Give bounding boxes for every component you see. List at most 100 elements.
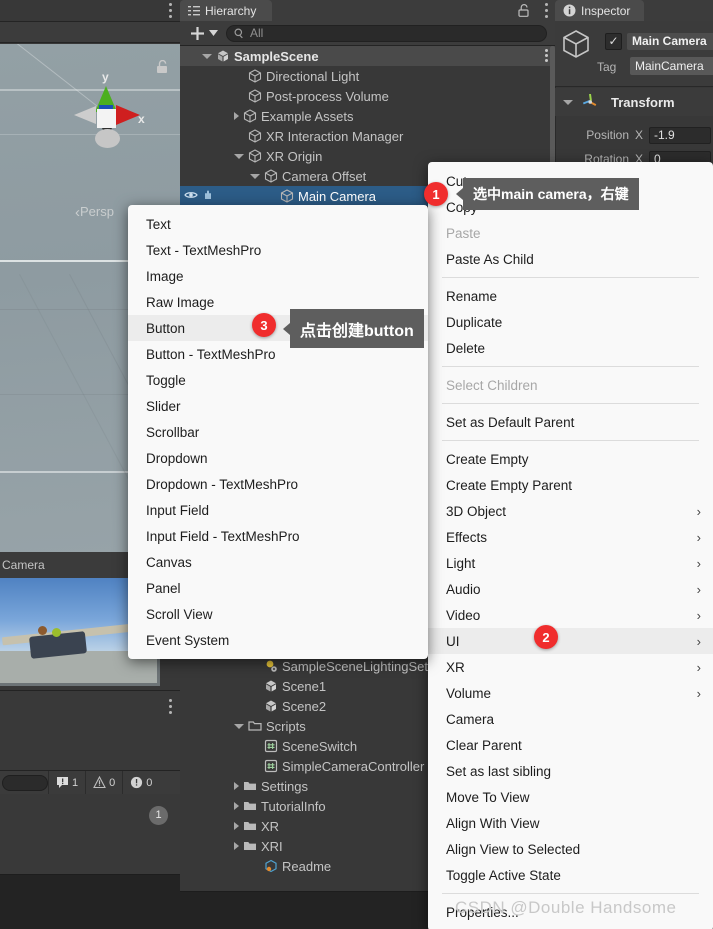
menu-item-move-to-view[interactable]: Move To View [428,784,713,810]
expand-triangle-icon[interactable] [234,782,239,790]
inspector-object-name-field[interactable]: Main Camera [627,33,713,50]
menu-item-3d-object[interactable]: 3D Object › [428,498,713,524]
inspector-transform-title: Transform [611,94,675,110]
menu-item-dropdown-textmeshpro[interactable]: Dropdown - TextMeshPro [128,471,428,497]
inspector-position-row[interactable]: Position X -1.9 [555,124,713,146]
menu-item-scrollbar[interactable]: Scrollbar [128,419,428,445]
menu-item-set-as-last-sibling[interactable]: Set as last sibling [428,758,713,784]
pickability-hand-icon[interactable] [202,189,214,201]
expand-triangle-icon[interactable] [234,153,244,159]
menu-item-light[interactable]: Light › [428,550,713,576]
hierarchy-item-directional-light[interactable]: Directional Light [180,66,555,86]
scene-lock-open-icon[interactable] [156,60,168,74]
expand-triangle-icon[interactable] [234,822,239,830]
menu-item-dropdown[interactable]: Dropdown [128,445,428,471]
expand-triangle-icon[interactable] [234,842,239,850]
callout-3-text: 点击创建button [300,322,414,340]
menu-item-label: Set as last sibling [446,763,552,779]
menu-item-video[interactable]: Video › [428,602,713,628]
menu-item-label: Rename [446,288,498,304]
menu-item-duplicate[interactable]: Duplicate [428,309,713,335]
expand-triangle-icon[interactable] [250,173,260,179]
menu-item-create-empty-parent[interactable]: Create Empty Parent [428,472,713,498]
menu-item-label: Text [146,216,171,232]
menu-item-ui[interactable]: UI › [428,628,713,654]
console-log-count-button[interactable]: 1 [48,770,85,795]
menu-item-clear-parent[interactable]: Clear Parent [428,732,713,758]
cube-icon [243,109,257,123]
ui-create-submenu[interactable]: Text Text - TextMeshPro Image Raw Image Butt… [128,205,428,659]
console-error-count-button[interactable]: 0 [122,770,159,795]
expand-triangle-icon[interactable] [234,112,239,120]
chevron-right-icon: › [696,581,701,597]
menu-item-slider[interactable]: Slider [128,393,428,419]
hierarchy-lock-open-icon[interactable] [518,4,529,17]
inspector-transform-header[interactable]: Transform [555,88,713,116]
menu-item-audio[interactable]: Audio › [428,576,713,602]
expand-triangle-icon[interactable] [234,802,239,810]
menu-item-event-system[interactable]: Event System [128,627,428,653]
watermark-text: CSDN @Double Handsome [455,898,677,917]
tab-hierarchy[interactable]: Hierarchy [180,0,273,21]
transform-collapse-triangle-icon[interactable] [563,99,573,105]
plus-icon [191,26,204,40]
hierarchy-item-example-assets[interactable]: Example Assets [180,106,555,126]
menu-item-scroll-view[interactable]: Scroll View [128,601,428,627]
menu-item-label: Canvas [146,554,192,570]
menu-item-toggle-active-state[interactable]: Toggle Active State [428,862,713,888]
menu-item-image[interactable]: Image [128,263,428,289]
hierarchy-context-menu[interactable]: Cut Copy Paste Paste As Child Rename Duplicat… [428,162,713,929]
menu-item-align-with-view[interactable]: Align With View [428,810,713,836]
menu-item-camera[interactable]: Camera [428,706,713,732]
inspector-enabled-checkbox[interactable]: ✓ [605,33,622,50]
hierarchy-item-xr-interaction-manager[interactable]: XR Interaction Manager [180,126,555,146]
menu-item-input-field-textmeshpro[interactable]: Input Field - TextMeshPro [128,523,428,549]
console-message-list[interactable] [0,794,180,874]
menu-item-volume[interactable]: Volume › [428,680,713,706]
transform-axis-icon [582,94,597,106]
menu-separator [442,277,699,278]
scene-perspective-label[interactable]: ‹Persp [75,204,114,221]
menu-item-align-view-to-selected[interactable]: Align View to Selected [428,836,713,862]
menu-item-input-field[interactable]: Input Field [128,497,428,523]
menu-item-label: Video [446,607,481,623]
tab-inspector[interactable]: Inspector [555,0,645,21]
menu-item-create-empty[interactable]: Create Empty [428,446,713,472]
menu-separator [442,893,699,894]
menu-item-paste-as-child[interactable]: Paste As Child [428,246,713,272]
menu-item-set-as-default-parent[interactable]: Set as Default Parent [428,409,713,435]
hierarchy-add-button[interactable] [180,26,226,41]
position-x-field[interactable]: -1.9 [649,126,711,144]
expand-triangle-icon[interactable] [202,53,212,59]
menu-item-delete[interactable]: Delete [428,335,713,361]
menu-item-effects[interactable]: Effects › [428,524,713,550]
inspector-tag-dropdown[interactable]: MainCamera [630,57,713,75]
scene-axis-gizmo[interactable]: y x [62,70,152,162]
hierarchy-item-samplescene[interactable]: SampleScene [180,46,555,66]
visibility-eye-icon[interactable] [184,190,198,200]
menu-item-label: Text - TextMeshPro [146,242,262,258]
hierarchy-item-post-process-volume[interactable]: Post-process Volume [180,86,555,106]
menu-item-xr[interactable]: XR › [428,654,713,680]
step-badge-2: 2 [534,625,558,649]
menu-item-label: Delete [446,340,486,356]
menu-item-label: Camera [446,711,495,727]
console-warning-count-button[interactable]: 0 [85,770,122,795]
menu-item-text[interactable]: Text [128,211,428,237]
menu-item-panel[interactable]: Panel [128,575,428,601]
expand-triangle-icon[interactable] [234,723,244,729]
folder-icon [244,802,256,810]
menu-item-label: Raw Image [146,294,215,310]
menu-item-toggle[interactable]: Toggle [128,367,428,393]
scene-view-toolbar[interactable] [0,21,180,43]
menu-item-canvas[interactable]: Canvas [128,549,428,575]
menu-item-text-textmeshpro[interactable]: Text - TextMeshPro [128,237,428,263]
hierarchy-kebab-menu-icon[interactable] [545,3,548,18]
project-panel-kebab-menu-icon[interactable] [169,699,172,714]
menu-item-rename[interactable]: Rename [428,283,713,309]
console-search-input[interactable] [2,774,48,791]
hierarchy-item-label: Directional Light [266,68,360,84]
menu-item-select-children: Select Children [428,372,713,398]
scene-view-kebab-menu-icon[interactable] [169,3,172,18]
hierarchy-search-input[interactable]: All [226,24,547,42]
